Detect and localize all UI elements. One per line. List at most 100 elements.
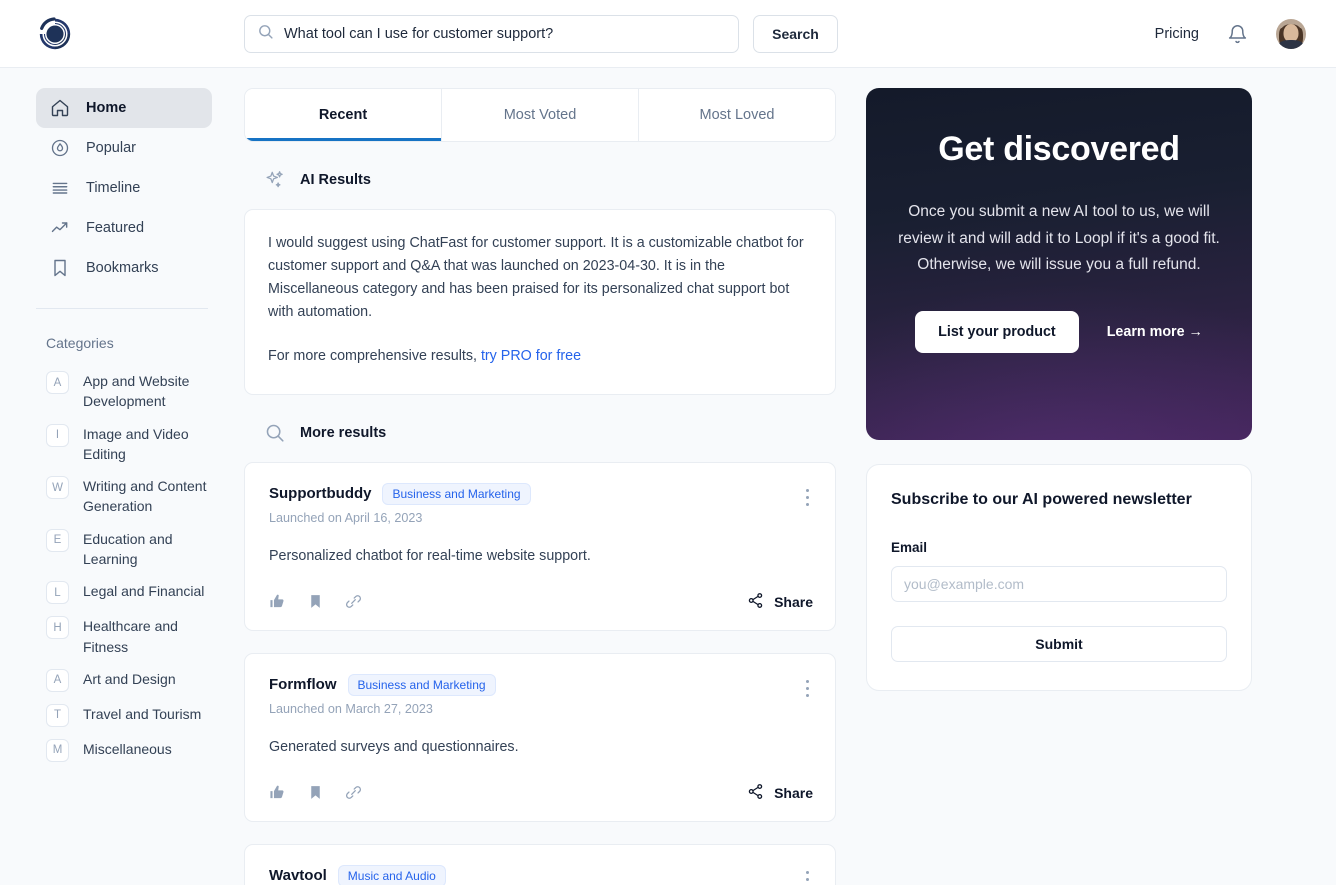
table-row[interactable]: Formflow Business and Marketing Launched… [244,652,836,822]
kebab-menu-icon[interactable] [802,867,814,885]
result-title-row: Wavtool Music and Audio [269,864,813,885]
app-header: Search Pricing [0,0,1336,68]
search-box[interactable] [244,15,739,53]
category-badge: W [46,476,69,500]
category-badge[interactable]: Music and Audio [337,864,446,885]
newsletter-card: Subscribe to our AI powered newsletter E… [866,464,1252,691]
try-pro-link[interactable]: try PRO for free [481,348,581,364]
result-description: Generated surveys and questionnaires. [269,738,519,755]
category-item-travel-and-tourism[interactable]: T Travel and Tourism [46,698,228,733]
newsletter-title: Subscribe to our AI powered newsletter [891,491,1192,508]
tab-most-voted[interactable]: Most Voted [442,89,639,141]
category-item-image-and-video-editing[interactable]: I Image and Video Editing [46,418,228,471]
table-row[interactable]: Wavtool Music and Audio [244,843,836,885]
sidebar-item-home[interactable]: Home [36,88,212,128]
sparkles-icon [264,169,286,191]
sidebar-item-timeline[interactable]: Timeline [36,168,212,208]
link-icon[interactable] [345,784,362,801]
sidebar-item-label: Featured [86,220,145,236]
share-button[interactable]: Share [747,783,813,803]
search-input[interactable] [284,26,726,42]
kebab-menu-icon[interactable] [802,485,814,511]
page-body: Home Popular Timeline Featured Bookmarks… [0,68,1336,885]
tab-most-loved[interactable]: Most Loved [639,89,835,141]
learn-more-link[interactable]: Learn more → [1107,324,1203,340]
category-badge: A [46,668,69,692]
category-label: Miscellaneous [83,740,172,757]
category-item-legal-and-financial[interactable]: L Legal and Financial [46,575,228,610]
result-launch-date: Launched on March 27, 2023 [269,701,433,716]
more-results-heading: More results [264,422,866,444]
avatar-body [1278,40,1304,49]
category-badge: I [46,423,69,447]
sidebar-divider [36,308,208,309]
category-label: Healthcare and Fitness [83,618,178,655]
header-right-group: Pricing [1155,0,1306,68]
promo-title: Get discovered [938,130,1180,168]
home-icon [50,98,70,118]
sidebar-item-popular[interactable]: Popular [36,128,212,168]
category-label: Education and Learning [83,530,173,568]
sidebar-item-label: Popular [86,140,136,156]
share-icon [747,592,764,612]
category-item-education-and-learning[interactable]: E Education and Learning [46,523,228,576]
bell-icon[interactable] [1227,24,1248,45]
left-sidebar: Home Popular Timeline Featured Bookmarks… [0,68,244,885]
category-badge: T [46,703,69,727]
category-badge: H [46,616,69,640]
category-item-writing-and-content-generation[interactable]: W Writing and Content Generation [46,470,228,523]
ai-answer-text: I would suggest using ChatFast for custo… [268,235,804,321]
thumbs-up-icon[interactable] [269,593,286,610]
search-icon [257,23,274,45]
loopl-spiral-logo[interactable] [36,15,74,53]
ai-results-heading: AI Results [264,169,866,191]
header-search-area: Search [244,15,838,53]
share-button[interactable]: Share [747,592,813,612]
kebab-menu-icon[interactable] [802,676,814,702]
avatar[interactable] [1276,19,1306,49]
table-row[interactable]: Supportbuddy Business and Marketing Laun… [244,461,836,631]
right-rail: Get discovered Once you submit a new AI … [866,68,1286,885]
category-item-miscellaneous[interactable]: M Miscellaneous [46,733,228,768]
category-label: Legal and Financial [83,583,205,600]
thumbs-up-icon[interactable] [269,784,286,801]
bookmark-icon [50,258,70,278]
category-badge[interactable]: Business and Marketing [347,673,496,696]
ai-cta-prefix: For more comprehensive results, [268,347,481,364]
search-button[interactable]: Search [753,15,838,53]
bookmark-icon[interactable] [307,593,324,610]
result-name: Supportbuddy [269,485,372,503]
ai-answer-cta: For more comprehensive results, try PRO … [268,345,812,368]
category-item-app-and-website-development[interactable]: A App and Website Development [46,365,228,418]
more-results-label: More results [300,424,387,441]
pricing-link[interactable]: Pricing [1155,26,1199,42]
share-icon [747,783,764,803]
bookmark-icon[interactable] [307,784,324,801]
category-badge: L [46,581,69,605]
share-label: Share [774,593,813,610]
results-tabs: Recent Most Voted Most Loved [244,88,836,142]
flame-icon [50,138,70,158]
category-badge[interactable]: Business and Marketing [382,482,531,505]
result-launch-date: Launched on April 16, 2023 [269,510,423,525]
sidebar-item-featured[interactable]: Featured [36,208,212,248]
categories-heading: Categories [46,335,114,351]
category-item-art-and-design[interactable]: A Art and Design [46,663,228,698]
result-description: Personalized chatbot for real-time websi… [269,547,591,564]
tab-recent[interactable]: Recent [245,89,442,141]
list-your-product-button[interactable]: List your product [915,310,1079,353]
email-label: Email [891,540,928,555]
category-label: Image and Video Editing [83,425,189,462]
sidebar-item-bookmarks[interactable]: Bookmarks [36,248,212,288]
link-icon[interactable] [345,593,362,610]
promo-card: Get discovered Once you submit a new AI … [866,88,1252,440]
promo-body: Once you submit a new AI tool to us, we … [898,203,1220,274]
submit-button[interactable]: Submit [891,626,1227,662]
promo-actions: List your product Learn more → [915,310,1203,353]
category-item-healthcare-and-fitness[interactable]: H Healthcare and Fitness [46,610,228,663]
result-actions: Share [269,783,813,803]
result-name: Wavtool [269,867,327,885]
sidebar-item-label: Bookmarks [86,260,159,276]
result-left-actions [269,593,362,610]
email-field[interactable] [891,566,1227,602]
